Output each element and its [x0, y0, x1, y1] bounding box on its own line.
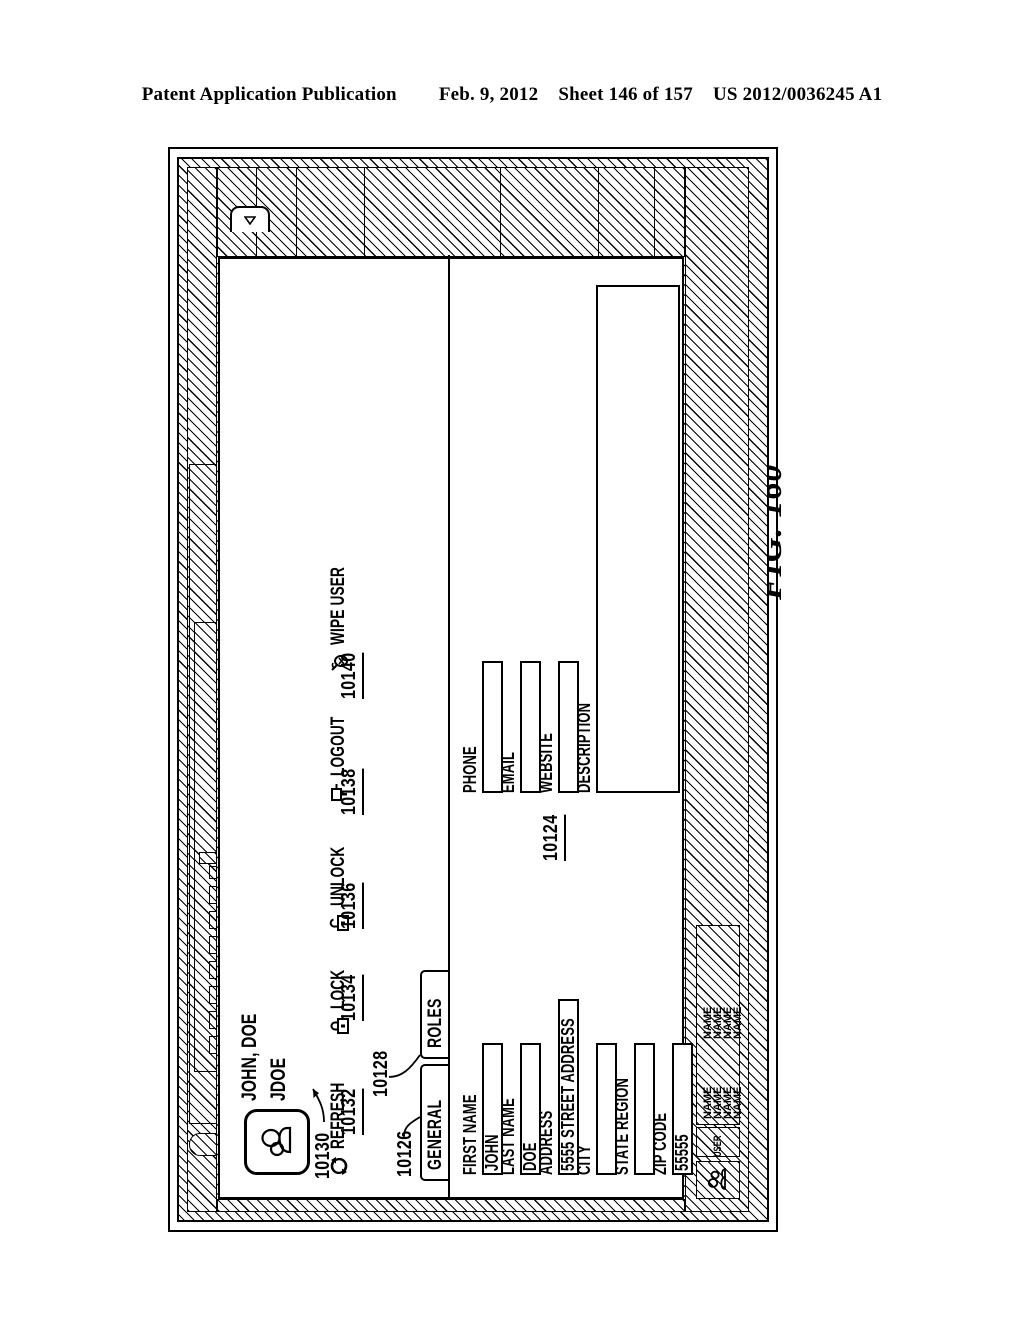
- field-first-name: FIRST NAME JOHN: [460, 1025, 503, 1175]
- publication-date: Feb. 9, 2012: [438, 84, 539, 105]
- toolbar-button[interactable]: [209, 866, 217, 879]
- user-list-row[interactable]: NAME: [728, 1007, 746, 1039]
- field-email-label: EMAIL: [498, 751, 518, 793]
- ref-10132: 10132: [338, 1088, 364, 1135]
- window-region-left-rail: [217, 1199, 685, 1212]
- tab-general[interactable]: GENERAL: [420, 1064, 450, 1181]
- tab-general-label: GENERAL: [425, 1099, 446, 1170]
- window-region-right-column: [217, 167, 685, 257]
- tab-roles-label: ROLES: [425, 998, 446, 1048]
- sheet-number: Sheet 146 of 157: [558, 84, 693, 105]
- field-last-name: LAST NAME DOE: [498, 1025, 541, 1175]
- field-phone-label: PHONE: [460, 746, 480, 793]
- refresh-icon: [330, 1157, 348, 1175]
- right-column-divider: [598, 167, 599, 257]
- right-column-divider: [296, 167, 297, 257]
- user-list: USER NAME NAME NAME NAME NAME NAME NAME …: [688, 849, 748, 1199]
- toolbar-stub[interactable]: [189, 1133, 217, 1156]
- user-list-row-label: NAME: [732, 1006, 744, 1039]
- user-list-row[interactable]: NAME: [728, 1087, 746, 1119]
- ref-10134: 10134: [338, 974, 364, 1021]
- field-address-label: ADDRESS: [536, 1110, 556, 1175]
- right-column-divider: [364, 167, 365, 257]
- field-description: DESCRIPTION: [574, 273, 680, 793]
- field-last-name-label: LAST NAME: [498, 1098, 518, 1175]
- toolbar-button[interactable]: [209, 1036, 217, 1054]
- publication-header: Patent Application Publication Feb. 9, 2…: [0, 84, 1024, 106]
- description-textarea[interactable]: [596, 285, 680, 793]
- ref-10126-leader-line: [403, 1116, 421, 1137]
- toolbar-button[interactable]: [209, 936, 217, 954]
- toolbar-button[interactable]: [209, 961, 217, 979]
- field-address: ADDRESS 5555 STREET ADDRESS: [536, 985, 579, 1175]
- collapse-left-arrow-icon: [244, 216, 256, 226]
- user-list-icon-cell: [696, 1161, 740, 1199]
- identity-name-block: JOHN, DOE JDOE: [238, 871, 312, 1101]
- user-list-header-label: USER: [712, 1135, 724, 1158]
- user-list-row-label: NAME: [732, 1086, 744, 1119]
- field-zip-code: ZIP CODE 55555: [650, 1025, 693, 1175]
- document-number: US 2012/0036245 A1: [712, 84, 883, 105]
- user-detail-panel: JOHN, DOE JDOE 10130 REFRESH LOCK UNLOCK…: [218, 255, 693, 1199]
- field-city: CITY: [574, 1025, 617, 1175]
- collapse-panel-button[interactable]: [230, 206, 270, 232]
- user-login-name: JDOE: [267, 1057, 290, 1101]
- field-state-region: STATE REGION: [612, 1025, 655, 1175]
- user-list-header-cell[interactable]: USER: [696, 1127, 740, 1157]
- field-city-label: CITY: [574, 1144, 594, 1175]
- logout-button-label: LOGOUT: [328, 716, 349, 776]
- toolbar-button[interactable]: [209, 911, 217, 929]
- publication-title: Patent Application Publication: [141, 84, 397, 105]
- ref-10126: 10126: [394, 1130, 416, 1178]
- users-group-icon: [707, 1167, 726, 1190]
- field-phone: PHONE: [460, 643, 503, 793]
- ref-10136: 10136: [338, 882, 364, 929]
- toolbar-group-inner[interactable]: [194, 622, 217, 1072]
- avatar: [244, 1109, 310, 1175]
- ref-10138: 10138: [338, 768, 364, 815]
- toolbar-stub-tall[interactable]: [199, 852, 217, 864]
- figure-drawing: JOHN, DOE JDOE 10130 REFRESH LOCK UNLOCK…: [168, 147, 778, 1232]
- tab-roles[interactable]: ROLES: [420, 970, 450, 1059]
- field-first-name-label: FIRST NAME: [460, 1094, 480, 1175]
- field-state-region-label: STATE REGION: [612, 1077, 632, 1175]
- general-tab-form: FIRST NAME JOHN LAST NAME DOE ADDRESS 55…: [450, 255, 693, 1197]
- field-website-label: WEBSITE: [536, 732, 556, 793]
- field-website: WEBSITE: [536, 643, 579, 793]
- field-email: EMAIL: [498, 643, 541, 793]
- ref-10140: 10140: [338, 652, 364, 699]
- wipe-user-button-label: WIPE USER: [328, 567, 349, 646]
- right-column-divider: [500, 167, 501, 257]
- toolbar-button[interactable]: [209, 1011, 217, 1029]
- field-description-label: DESCRIPTION: [574, 702, 594, 793]
- user-full-name: JOHN, DOE: [238, 1013, 261, 1101]
- user-avatar-icon: [261, 1126, 292, 1157]
- right-column-divider: [654, 167, 655, 257]
- field-zip-code-label: ZIP CODE: [650, 1112, 670, 1175]
- toolbar-button[interactable]: [209, 986, 217, 1004]
- toolbar-button[interactable]: [209, 886, 217, 904]
- ref-10128-leader-line: [388, 1054, 421, 1078]
